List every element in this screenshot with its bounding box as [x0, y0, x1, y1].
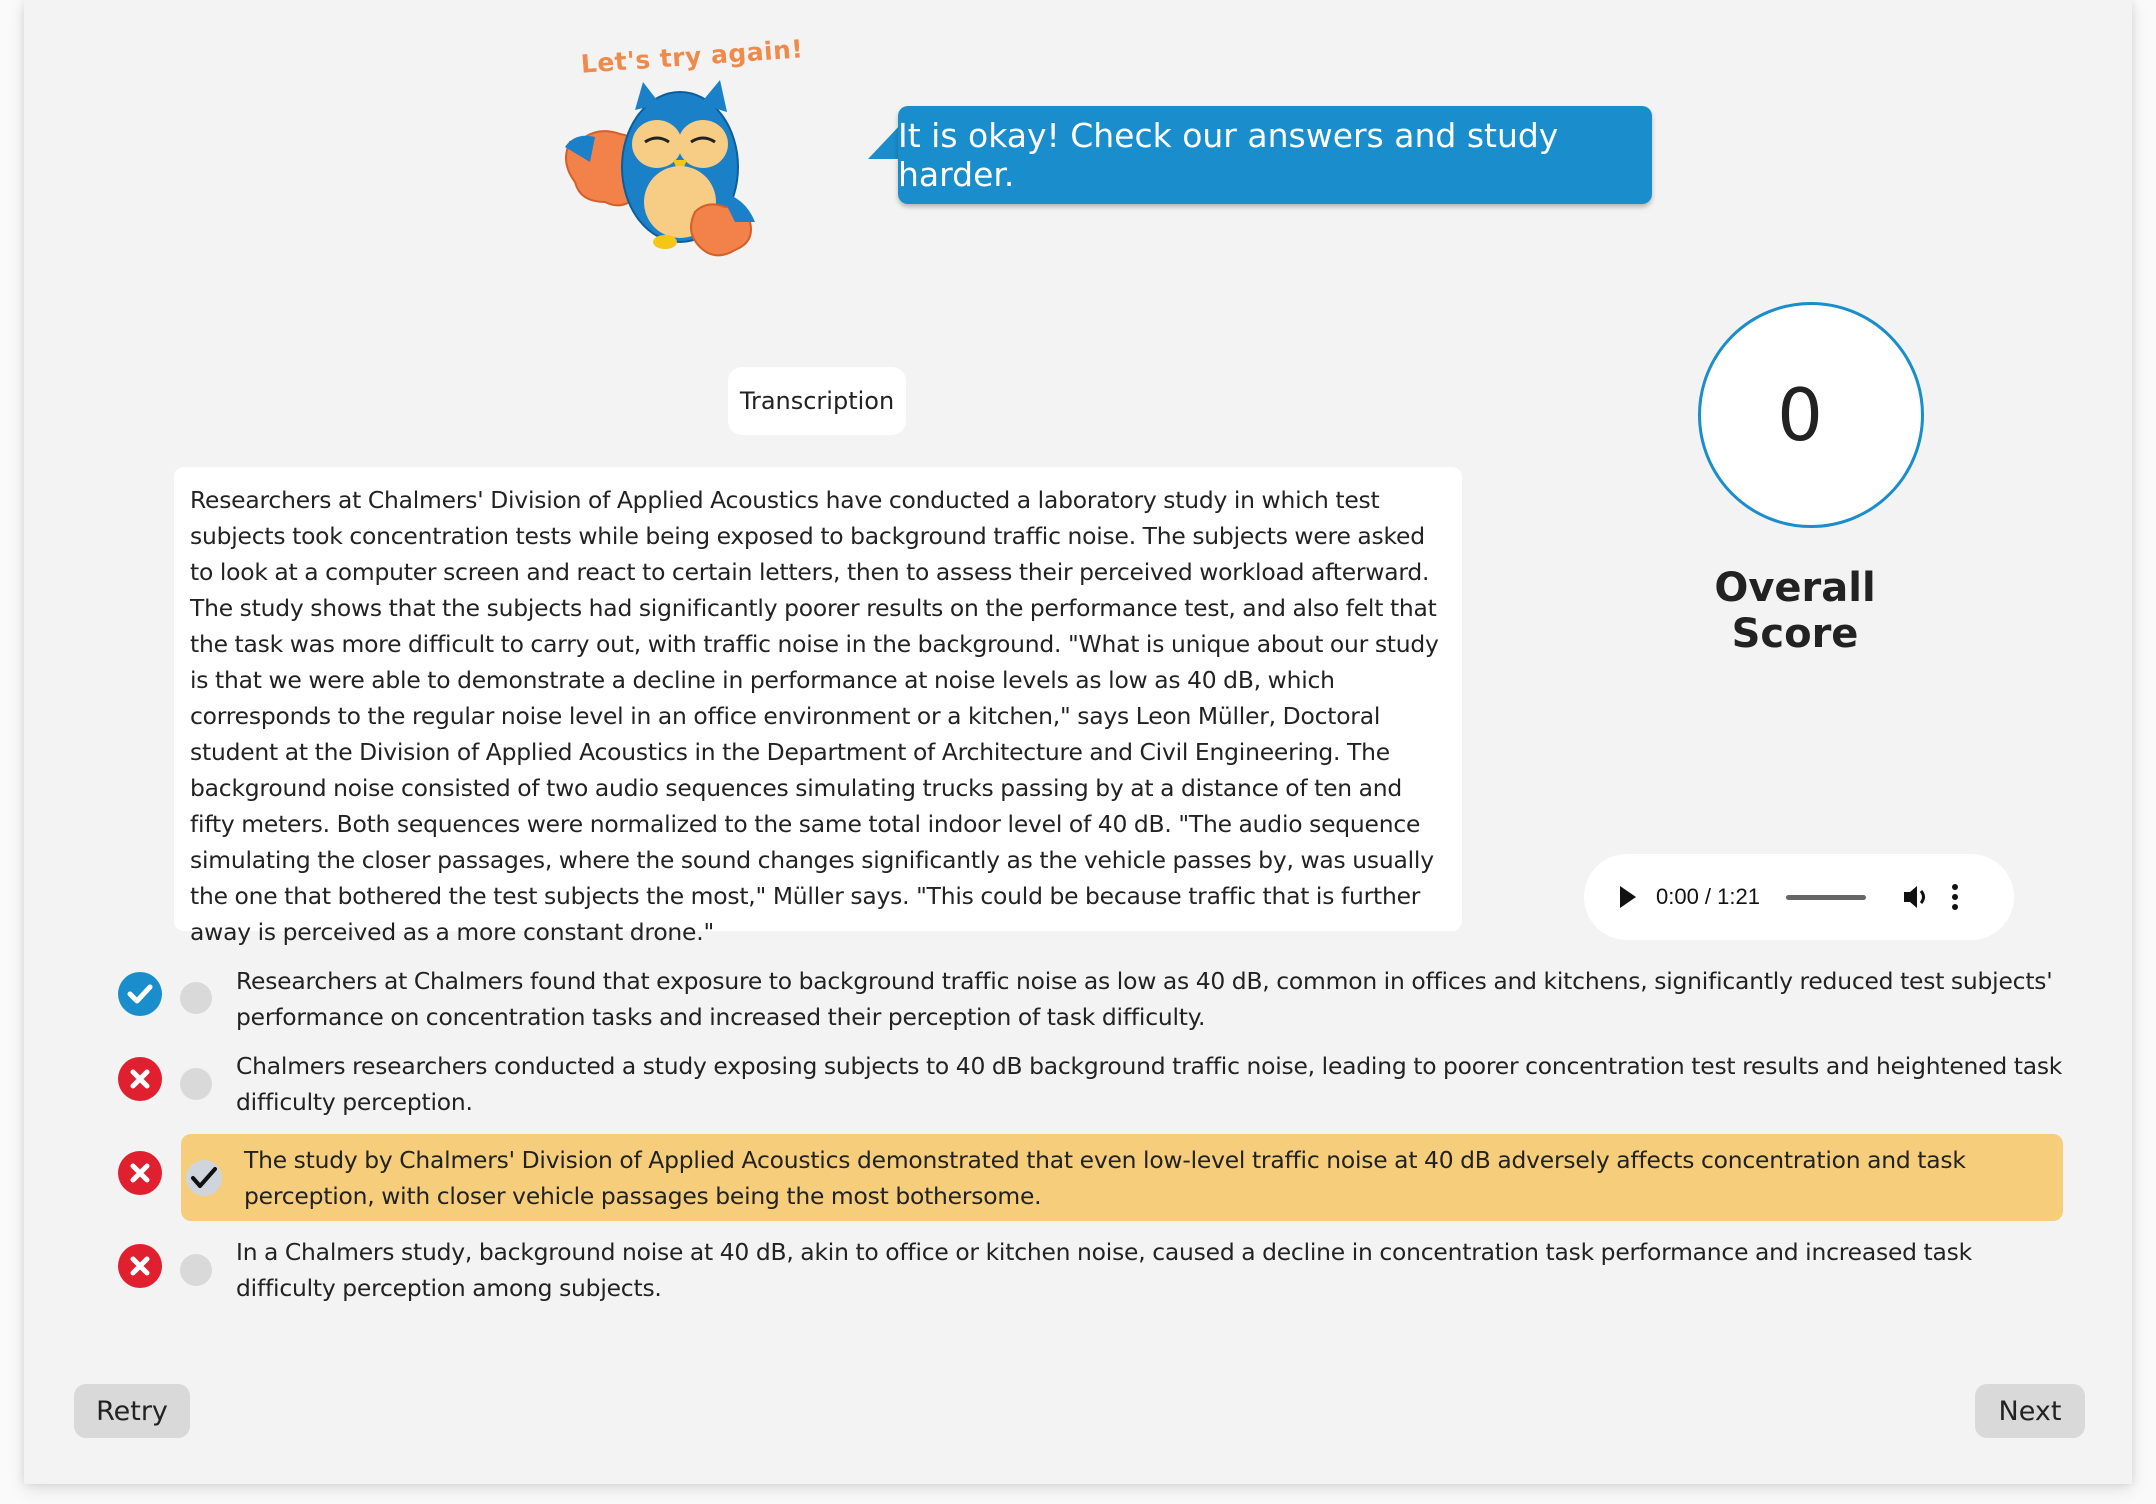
play-icon[interactable]: [1620, 886, 1636, 908]
mascot: Let's try again!: [555, 34, 805, 267]
selected-checkmark-icon[interactable]: [186, 1160, 222, 1196]
answer-option-text: The study by Chalmers' Division of Appli…: [244, 1146, 1966, 1210]
volume-icon[interactable]: [1902, 883, 1932, 911]
wrong-x-icon: [118, 1151, 162, 1195]
option-radio-2[interactable]: [180, 1068, 212, 1100]
speech-bubble-tail: [868, 123, 902, 159]
audio-progress-slider[interactable]: [1785, 894, 1866, 900]
score-value: 0: [1777, 373, 1823, 457]
feedback-message: It is okay! Check our answers and study …: [898, 116, 1559, 194]
transcription-text: Researchers at Chalmers' Division of App…: [174, 467, 1462, 946]
next-button[interactable]: Next: [1975, 1384, 2085, 1438]
audio-player: 0:00 / 1:21: [1584, 854, 2014, 940]
owl-mascot-icon: [565, 80, 755, 257]
wrong-x-icon: [118, 1057, 162, 1101]
correct-check-icon: [118, 972, 162, 1016]
feedback-speech-bubble: It is okay! Check our answers and study …: [898, 106, 1652, 204]
score-label: Overall Score: [1714, 565, 1876, 657]
answer-option-text: Researchers at Chalmers found that expos…: [236, 967, 2053, 1031]
wrong-x-icon: [118, 1244, 162, 1288]
retry-button[interactable]: Retry: [74, 1384, 190, 1438]
answer-option-text: In a Chalmers study, background noise at…: [236, 1238, 1972, 1302]
score-circle: 0: [1698, 302, 1924, 528]
audio-time-display: 0:00 / 1:21: [1656, 884, 1760, 909]
transcription-label: Transcription: [728, 367, 906, 435]
answer-option-text: Chalmers researchers conducted a study e…: [236, 1052, 2063, 1116]
option-radio-4[interactable]: [180, 1254, 212, 1286]
more-options-icon[interactable]: [1951, 884, 1958, 910]
option-radio-1[interactable]: [180, 982, 212, 1014]
